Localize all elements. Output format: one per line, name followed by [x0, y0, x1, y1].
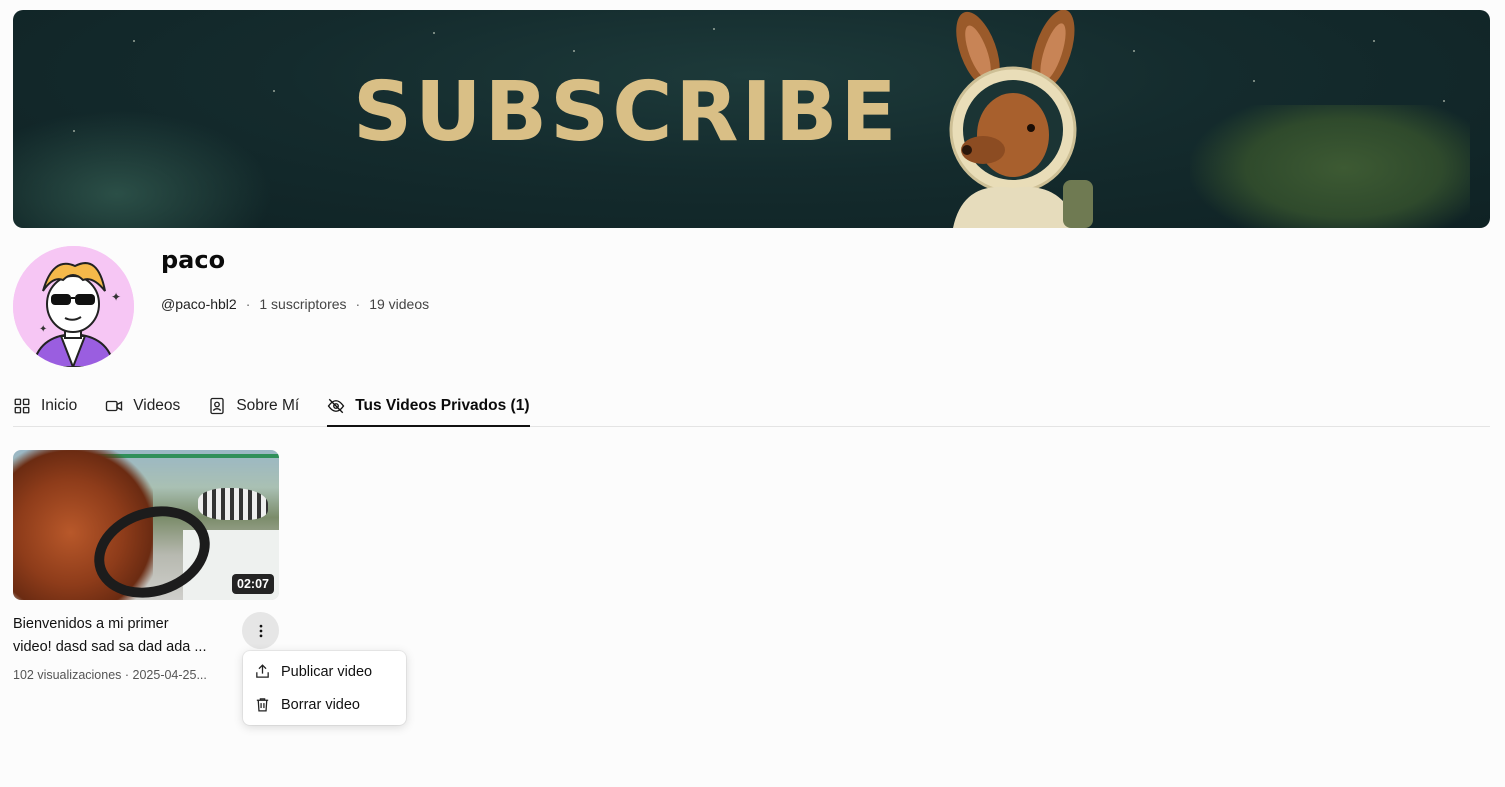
tab-videos[interactable]: Videos — [105, 388, 180, 424]
video-options-menu: Publicar video Borrar video — [243, 651, 406, 725]
video-camera-icon — [106, 400, 123, 412]
publish-video-menu-item[interactable]: Publicar video — [243, 655, 406, 688]
banner-star — [1373, 40, 1375, 42]
banner-star — [133, 40, 135, 42]
banner-star — [73, 130, 75, 132]
tab-inicio[interactable]: Inicio — [13, 388, 77, 424]
video-title-line: video! dasd sad sa dad ada ... — [13, 639, 207, 655]
channel-handle: @paco-hbl2 — [161, 296, 237, 312]
channel-banner: SUBSCRIBE — [13, 10, 1490, 228]
trash-icon — [256, 698, 269, 712]
menu-item-label: Publicar video — [281, 663, 373, 680]
video-title-line: Bienvenidos a mi primer — [13, 616, 169, 632]
banner-star — [273, 90, 275, 92]
tab-label: Videos — [133, 397, 181, 414]
kangaroo-astronaut-illustration — [949, 10, 1093, 228]
avatar-illustration: ✦ ✦ — [13, 246, 134, 367]
channel-meta: @paco-hbl2 · 1 suscriptores · 19 videos — [161, 296, 429, 312]
banner-star — [1253, 80, 1255, 82]
svg-text:✦: ✦ — [39, 324, 47, 335]
tab-label: Inicio — [41, 397, 78, 414]
banner-star — [1133, 50, 1135, 52]
contact-book-icon — [210, 397, 224, 415]
tab-videos-privados[interactable]: Tus Videos Privados (1) — [327, 388, 530, 427]
channel-name: paco — [161, 246, 226, 274]
video-options-button[interactable] — [242, 612, 279, 649]
tab-sobre-mi[interactable]: Sobre Mí — [208, 388, 299, 424]
video-duration-badge: 02:07 — [232, 574, 274, 594]
thumbnail-scene-zebra — [198, 488, 268, 520]
subscriber-count: 1 suscriptores — [259, 296, 347, 312]
grid-icon — [14, 398, 30, 414]
banner-star — [573, 50, 575, 52]
banner-star — [433, 32, 435, 34]
meta-separator: · — [245, 296, 251, 312]
svg-text:✦: ✦ — [111, 290, 121, 304]
banner-subscribe-text: SUBSCRIBE — [353, 65, 900, 160]
channel-tabs: Inicio Videos Sobre Mí Tus Videos Privad… — [13, 388, 1490, 427]
menu-item-label: Borrar video — [281, 696, 360, 713]
banner-star — [713, 28, 715, 30]
meta-separator: · — [355, 296, 361, 312]
video-title[interactable]: Bienvenidos a mi primer video! dasd sad … — [13, 613, 223, 659]
delete-video-menu-item[interactable]: Borrar video — [243, 688, 406, 721]
tab-label: Tus Videos Privados (1) — [355, 397, 530, 414]
video-meta: 102 visualizaciones · 2025-04-25... — [13, 668, 207, 682]
video-thumbnail[interactable]: 02:07 — [13, 450, 279, 600]
channel-avatar[interactable]: ✦ ✦ — [13, 246, 134, 367]
upload-icon — [256, 664, 269, 678]
banner-star — [1443, 100, 1445, 102]
tab-label: Sobre Mí — [236, 397, 300, 414]
banner-tree — [1190, 105, 1470, 228]
video-count: 19 videos — [369, 296, 430, 312]
more-vertical-icon — [259, 624, 262, 637]
banner-cloud — [13, 110, 273, 228]
eye-off-icon — [327, 398, 345, 414]
